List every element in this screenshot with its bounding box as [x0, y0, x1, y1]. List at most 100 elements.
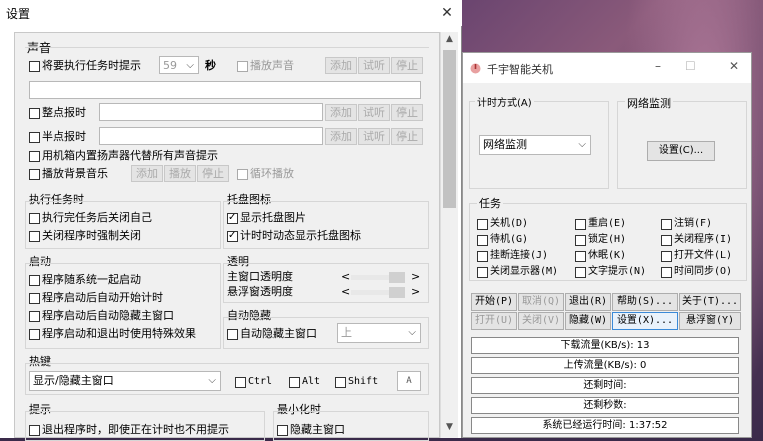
checkbox-box[interactable] [29, 292, 40, 304]
checkbox-box[interactable] [227, 211, 238, 225]
checkbox-box[interactable] [575, 234, 586, 246]
force-close-checkbox[interactable]: 关闭程序时强制关闭 [29, 229, 141, 243]
scroll-down-icon[interactable]: ▼ [441, 422, 458, 436]
checkbox-box[interactable] [661, 218, 672, 230]
bg-music-checkbox[interactable]: 播放背景音乐 [29, 167, 108, 181]
scroll-thumb[interactable] [443, 50, 456, 208]
net-setup-button[interactable]: 设置(C)... [647, 141, 715, 161]
main-opacity-inc[interactable]: > [411, 270, 420, 284]
sound-file-input[interactable] [29, 81, 421, 99]
cancel-button[interactable]: 取消(Q) [518, 293, 564, 311]
main-opacity-slider[interactable] [343, 271, 413, 283]
ctrl-checkbox[interactable]: Ctrl [235, 375, 272, 389]
checkbox-box[interactable] [29, 424, 40, 436]
task-text-prompt[interactable]: 文字提示(N) [575, 265, 646, 279]
listen-button[interactable]: 试听 [358, 57, 390, 74]
stop-button[interactable]: 停止 [391, 57, 423, 74]
task-hangup[interactable]: 挂断连接(J) [477, 249, 548, 263]
autohide-checkbox[interactable]: 自动隐藏主窗口 [227, 327, 317, 341]
float-button[interactable]: 悬浮窗(Y) [679, 312, 741, 330]
checkbox-box[interactable] [235, 376, 246, 388]
hide-button[interactable]: 隐藏(W) [565, 312, 611, 330]
task-hibernate[interactable]: 休眠(K) [575, 249, 626, 263]
slider-thumb[interactable] [389, 287, 405, 298]
min-hide-checkbox[interactable]: 隐藏主窗口 [277, 423, 345, 437]
hourly-listen-button[interactable]: 试听 [358, 104, 390, 121]
task-shutdown[interactable]: 关机(D) [477, 217, 528, 231]
bg-add-button[interactable]: 添加 [131, 165, 163, 182]
settings-button[interactable]: 设置(X)... [612, 312, 678, 330]
with-system-checkbox[interactable]: 程序随系统一起启动 [29, 273, 141, 287]
checkbox-box[interactable] [29, 107, 40, 119]
exit-button[interactable]: 退出(R) [565, 293, 611, 311]
seconds-select[interactable]: 59 ⌵ [159, 56, 199, 74]
checkbox-box[interactable] [29, 60, 40, 72]
shift-checkbox[interactable]: Shift [335, 375, 378, 389]
float-opacity-slider[interactable] [343, 286, 413, 298]
maximize-icon[interactable]: ☐ [685, 59, 696, 73]
timing-select[interactable]: 网络监测 ⌵ [479, 135, 591, 155]
checkbox-box[interactable] [575, 250, 586, 262]
checkbox-box[interactable] [661, 250, 672, 262]
autohide-position-select[interactable]: 上 ⌵ [337, 323, 421, 343]
task-close-program[interactable]: 关闭程序(I) [661, 233, 732, 247]
slider-thumb[interactable] [389, 272, 405, 283]
checkbox-box[interactable] [477, 234, 488, 246]
half-listen-button[interactable]: 试听 [358, 128, 390, 145]
hourly-file-input[interactable] [99, 103, 323, 121]
checkbox-box[interactable] [29, 328, 40, 340]
alt-checkbox[interactable]: Alt [289, 375, 320, 389]
auto-hide-checkbox[interactable]: 程序启动后自动隐藏主窗口 [29, 309, 174, 323]
speaker-checkbox[interactable]: 用机箱内置扬声器代替所有声音提示 [29, 149, 218, 163]
settings-scrollbar[interactable]: ▲ ▼ [440, 32, 458, 438]
checkbox-box[interactable] [477, 218, 488, 230]
checkbox-box[interactable] [335, 376, 346, 388]
checkbox-box[interactable] [575, 218, 586, 230]
bg-stop-button[interactable]: 停止 [197, 165, 229, 182]
animate-tray-checkbox[interactable]: 计时时动态显示托盘图标 [227, 229, 361, 243]
show-tray-checkbox[interactable]: 显示托盘图片 [227, 211, 306, 225]
half-hourly-checkbox[interactable]: 半点报时 [29, 130, 86, 144]
checkbox-box[interactable] [29, 212, 40, 224]
half-hourly-file-input[interactable] [99, 127, 323, 145]
task-time-sync[interactable]: 时间同步(O) [661, 265, 732, 279]
checkbox-box[interactable] [237, 168, 248, 180]
checkbox-box[interactable] [661, 234, 672, 246]
hourly-stop-button[interactable]: 停止 [391, 104, 423, 121]
checkbox-box[interactable] [289, 376, 300, 388]
task-lock[interactable]: 锁定(H) [575, 233, 626, 247]
checkbox-box[interactable] [477, 250, 488, 262]
task-restart[interactable]: 重启(E) [575, 217, 626, 231]
half-stop-button[interactable]: 停止 [391, 128, 423, 145]
hotkey-action-select[interactable]: 显示/隐藏主窗口 ⌵ [29, 371, 221, 391]
effects-checkbox[interactable]: 程序启动和退出时使用特殊效果 [29, 327, 196, 341]
add-button[interactable]: 添加 [325, 57, 357, 74]
pre-alert-checkbox[interactable]: 将要执行任务时提示 [29, 59, 141, 73]
auto-timer-checkbox[interactable]: 程序启动后自动开始计时 [29, 291, 163, 305]
task-open-file[interactable]: 打开文件(L) [661, 249, 732, 263]
checkbox-box[interactable] [227, 229, 238, 243]
checkbox-box[interactable] [29, 150, 40, 162]
checkbox-box[interactable] [575, 266, 586, 278]
close-icon[interactable]: ✕ [436, 3, 458, 23]
close-button[interactable]: 关闭(V) [518, 312, 564, 330]
app-close-icon[interactable]: ✕ [729, 59, 739, 73]
open-button[interactable]: 打开(U) [471, 312, 517, 330]
checkbox-box[interactable] [477, 266, 488, 278]
about-button[interactable]: 关于(T)... [679, 293, 741, 311]
checkbox-box[interactable] [29, 168, 40, 180]
checkbox-box[interactable] [237, 60, 248, 72]
checkbox-box[interactable] [29, 131, 40, 143]
checkbox-box[interactable] [29, 230, 40, 242]
checkbox-box[interactable] [29, 310, 40, 322]
checkbox-box[interactable] [29, 274, 40, 286]
hourly-checkbox[interactable]: 整点报时 [29, 106, 86, 120]
scroll-up-icon[interactable]: ▲ [441, 34, 458, 48]
checkbox-box[interactable] [227, 328, 238, 340]
float-opacity-inc[interactable]: > [411, 285, 420, 299]
bg-play-button[interactable]: 播放 [164, 165, 196, 182]
hotkey-key-input[interactable]: A [397, 371, 421, 391]
minimize-icon[interactable]: – [655, 59, 661, 73]
task-logoff[interactable]: 注销(F) [661, 217, 712, 231]
hourly-add-button[interactable]: 添加 [325, 104, 357, 121]
